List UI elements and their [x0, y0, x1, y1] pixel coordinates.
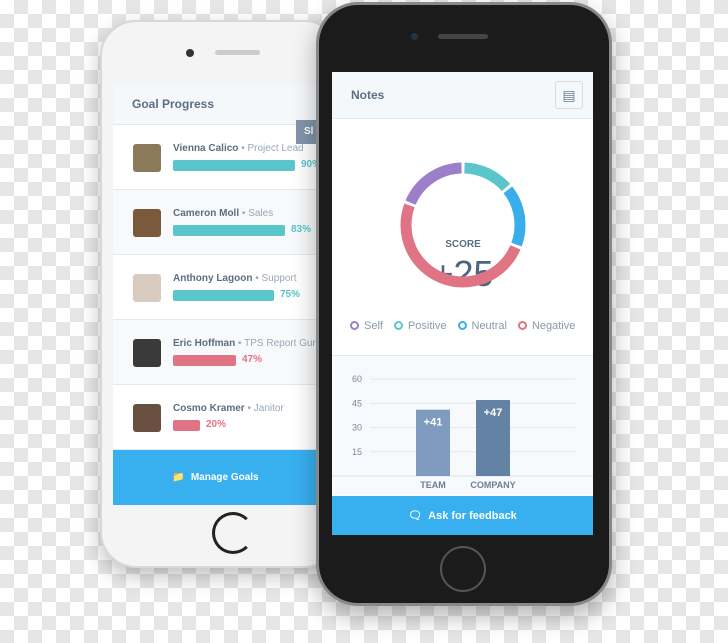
legend-marker [517, 321, 527, 330]
ask-feedback-label: Ask for feedback [428, 509, 517, 522]
page-title: Goal Progress [113, 85, 318, 125]
camera-icon [411, 33, 418, 40]
notes-screen: Notes ▤ SCORE +25 Self Positive Neutral Nega… [332, 72, 593, 535]
progress-bar [173, 290, 274, 301]
goal-progress-screen: Goal Progress Vienna Calico • Project Le… [113, 85, 318, 505]
member-role: Janitor [253, 403, 284, 414]
y-tick-label: 30 [352, 423, 362, 433]
y-tick-label: 15 [352, 447, 362, 457]
add-note-button[interactable]: ▤ [555, 81, 583, 109]
y-tick-label: 60 [352, 374, 362, 384]
member-name: Cosmo Kramer • Janitor [173, 403, 284, 414]
legend-marker [393, 321, 403, 330]
member-row[interactable]: Cosmo Kramer • Janitor 20% [113, 385, 318, 450]
x-tick-label: TEAM [420, 480, 446, 490]
ask-feedback-button[interactable]: 🗨 Ask for feedback [332, 496, 593, 535]
x-tick-label: COMPANY [470, 480, 515, 490]
side-tab[interactable]: Sl [296, 120, 318, 144]
avatar [133, 144, 161, 172]
legend-marker [350, 321, 359, 330]
feedback-icon: 🗨 [408, 510, 423, 522]
progress-percent: 20% [206, 419, 227, 430]
progress-percent: 75% [280, 289, 301, 300]
progress-bar [173, 160, 295, 171]
y-tick-label: 45 [352, 398, 362, 408]
member-row[interactable]: Cameron Moll • Sales 83% [113, 190, 318, 255]
folder-icon: 📁 [172, 472, 185, 483]
member-role: Sales [248, 208, 274, 219]
member-name: Eric Hoffman • TPS Report Guru [173, 338, 318, 349]
progress-bar [173, 420, 200, 431]
donut-legend: Self Positive Neutral Negative [350, 320, 575, 332]
progress-percent: 47% [242, 354, 263, 365]
bar-chart: 15 30 45 60 +41 TEAM +47 COMPANY [332, 374, 593, 490]
donut-segment-positive [464, 162, 511, 192]
member-role: Project Lead [247, 143, 304, 154]
manage-goals-label: Manage Goals [190, 472, 259, 483]
member-name: Vienna Calico • Project Lead [173, 143, 304, 154]
donut-segment-neutral [503, 186, 526, 247]
add-note-icon: ▤ [562, 87, 576, 103]
score-donut: SCORE +25 [400, 162, 526, 294]
avatar [133, 404, 161, 432]
progress-percent: 83% [291, 224, 312, 235]
speaker-grille [438, 34, 488, 39]
member-role: TPS Report Guru [244, 338, 318, 349]
bar-data-label: +47 [484, 407, 503, 419]
score-label: SCORE [445, 239, 481, 250]
camera-icon [186, 49, 194, 57]
member-row[interactable]: Anthony Lagoon • Support 75% [113, 255, 318, 320]
member-role: Support [261, 273, 297, 284]
avatar [133, 274, 161, 302]
legend-marker [457, 321, 467, 330]
progress-bar [173, 355, 236, 366]
legend-item[interactable]: Positive [393, 320, 447, 332]
legend-item[interactable]: Negative [517, 320, 575, 332]
member-name: Anthony Lagoon • Support [173, 273, 297, 284]
donut-segment-self [405, 162, 462, 205]
legend-item[interactable]: Self [350, 320, 383, 332]
home-button[interactable] [212, 512, 254, 554]
bar-data-label: +41 [424, 417, 443, 429]
progress-bar [173, 225, 285, 236]
member-row[interactable]: Eric Hoffman • TPS Report Guru 47% [113, 320, 318, 385]
manage-goals-button[interactable]: 📁 Manage Goals [113, 450, 318, 505]
home-button[interactable] [440, 546, 486, 592]
speaker-grille [215, 50, 260, 55]
avatar [133, 209, 161, 237]
page-title: Notes [351, 88, 385, 102]
avatar [133, 339, 161, 367]
legend-item[interactable]: Neutral [457, 320, 507, 332]
member-row[interactable]: Vienna Calico • Project Lead 90% [113, 125, 318, 190]
member-name: Cameron Moll • Sales [173, 208, 274, 219]
